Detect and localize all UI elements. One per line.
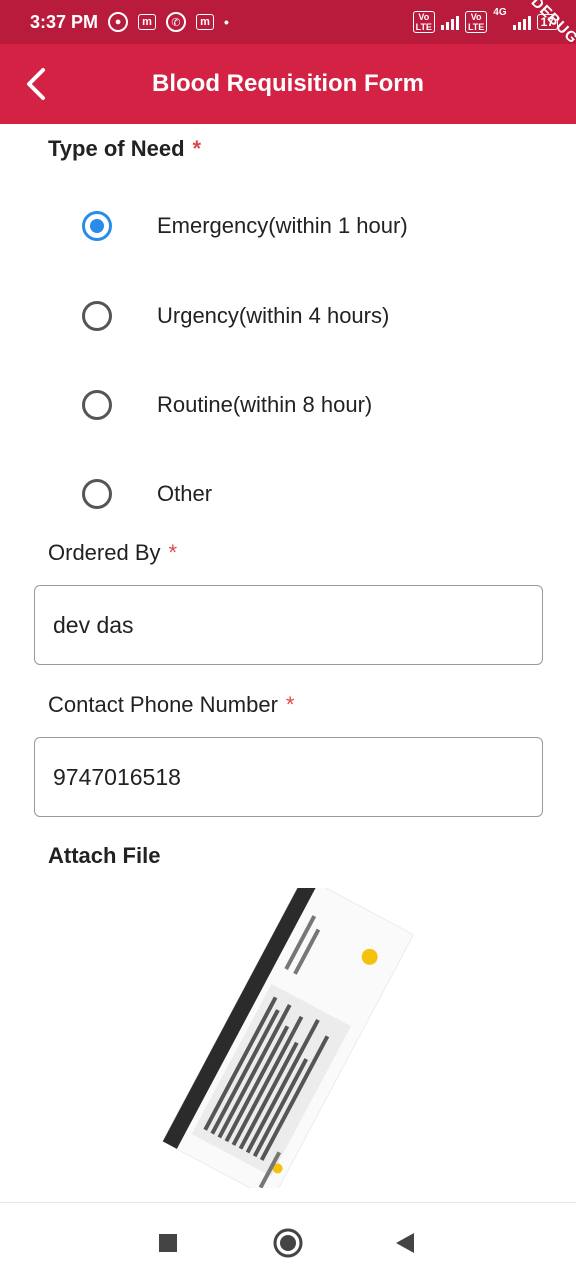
contact-phone-value: 9747016518 (53, 763, 181, 790)
alarm-icon: ● (108, 12, 129, 32)
radio-label: Emergency(within 1 hour) (157, 213, 408, 238)
type-of-need-label: Type of Need * (48, 136, 202, 161)
radio-unchecked-icon[interactable] (82, 479, 112, 509)
network-type: 4G (493, 7, 507, 18)
circle-icon (273, 1228, 303, 1258)
chevron-left-icon (27, 68, 45, 100)
radio-unchecked-icon[interactable] (82, 301, 112, 331)
recents-button[interactable] (148, 1223, 188, 1263)
signal-icon-2 (512, 14, 531, 30)
radio-label: Other (157, 481, 213, 506)
messenger-icon-2: m (196, 14, 215, 30)
nav-back-button[interactable] (385, 1223, 425, 1263)
volte-badge-1: Vo LTE (412, 11, 435, 33)
radio-option-routine[interactable]: Routine(within 8 hour) (82, 390, 372, 420)
triangle-left-icon (396, 1233, 414, 1253)
attached-screenshot-image (162, 875, 414, 1201)
radio-unchecked-icon[interactable] (82, 390, 112, 420)
ordered-by-field[interactable]: dev das (34, 585, 543, 665)
app-bar: Blood Requisition Form (0, 44, 576, 124)
required-mark: * (192, 136, 202, 161)
status-time: 3:37 PM (30, 11, 99, 32)
attach-file-label: Attach File (48, 843, 161, 868)
radio-label: Routine(within 8 hour) (157, 392, 373, 417)
contact-phone-field[interactable]: 9747016518 (34, 737, 543, 817)
square-icon (159, 1234, 177, 1252)
messenger-icon: m (138, 14, 157, 30)
attached-image-thumbnail[interactable] (118, 875, 448, 1201)
radio-option-other[interactable]: Other (82, 479, 212, 509)
back-button[interactable] (16, 64, 56, 104)
radio-checked-icon[interactable] (82, 211, 112, 241)
page-title: Blood Requisition Form (152, 70, 424, 97)
dot-icon: • (224, 14, 229, 30)
radio-label: Urgency(within 4 hours) (157, 303, 390, 328)
required-mark: * (285, 692, 295, 717)
ordered-by-value: dev das (53, 611, 134, 638)
volte-badge-2: Vo LTE (464, 11, 488, 33)
contact-phone-label: Contact Phone Number * (48, 692, 295, 717)
radio-option-emergency[interactable]: Emergency(within 1 hour) (82, 211, 408, 241)
status-bar: 3:37 PM ● m ✆ m • Vo LTE Vo LTE 4G 17 DEBU… (0, 0, 576, 47)
system-nav-bar (0, 1202, 576, 1280)
signal-icon-1 (440, 14, 459, 30)
radio-option-urgency[interactable]: Urgency(within 4 hours) (82, 301, 389, 331)
home-button[interactable] (268, 1223, 308, 1263)
whatsapp-icon: ✆ (166, 12, 187, 32)
ordered-by-label: Ordered By * (48, 540, 178, 565)
required-mark: * (168, 540, 178, 565)
